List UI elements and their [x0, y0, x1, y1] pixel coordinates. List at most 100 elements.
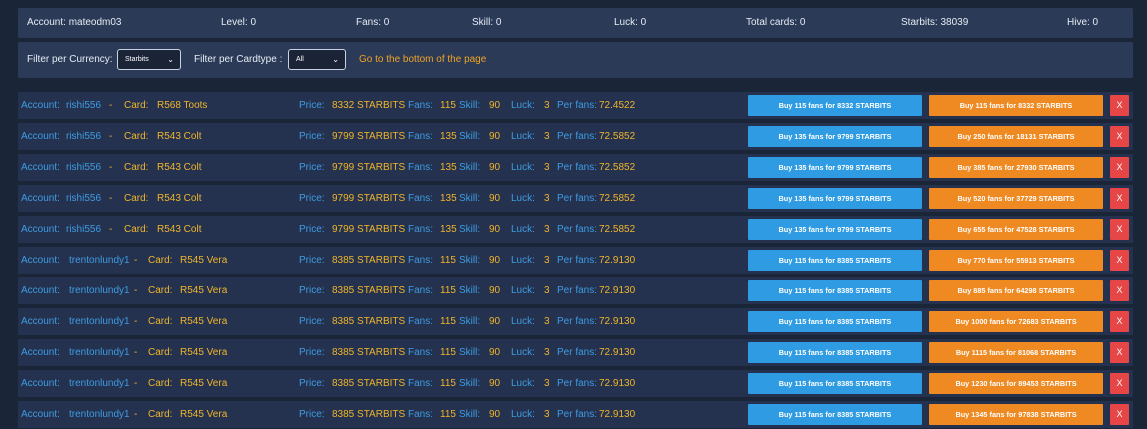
buy-single-button[interactable]: Buy 135 fans for 9799 STARBITS: [748, 187, 922, 209]
price-label: Price:: [299, 223, 325, 235]
per-fans-label: Per fans:: [557, 254, 598, 266]
skill-label: Skill:: [459, 254, 481, 266]
buy-single-button[interactable]: Buy 115 fans for 8385 STARBITS: [748, 342, 922, 364]
cardtype-filter-label: Filter per Cardtype :: [194, 54, 283, 65]
separator-dash: -: [109, 192, 113, 204]
account-name: trentonlundy1: [69, 254, 130, 266]
buy-single-button[interactable]: Buy 115 fans for 8332 STARBITS: [748, 95, 922, 116]
card-name: R543 Colt: [157, 161, 202, 173]
buy-cumulative-button[interactable]: Buy 770 fans for 55913 STARBITS: [929, 249, 1103, 271]
buy-cumulative-button[interactable]: Buy 655 fans for 47528 STARBITS: [929, 218, 1103, 240]
chevron-down-icon: ⌄: [332, 55, 339, 64]
skill-value: 90: [489, 316, 501, 328]
luck-label: Luck:: [511, 347, 535, 359]
price-label: Price:: [299, 285, 325, 297]
remove-button[interactable]: X: [1110, 187, 1129, 209]
fans-value: 135: [440, 130, 457, 142]
remove-button[interactable]: X: [1110, 342, 1129, 364]
account-label: Account:: [21, 130, 60, 142]
skill-value: 90: [489, 161, 501, 173]
price-value: 8385 STARBITS: [332, 316, 406, 328]
fans-value: 115: [440, 347, 456, 359]
fans-label: Fans:: [408, 192, 434, 204]
card-label: Card:: [124, 100, 149, 111]
luck-value: 3: [544, 316, 550, 328]
skill-label: Skill:: [459, 100, 481, 111]
fans-value: 115: [440, 316, 456, 328]
remove-button[interactable]: X: [1110, 125, 1129, 147]
buy-cumulative-button[interactable]: Buy 250 fans for 18131 STARBITS: [929, 125, 1103, 147]
remove-button[interactable]: X: [1110, 156, 1129, 178]
account-label: Account:: [21, 161, 60, 173]
skill-label: Skill:: [459, 192, 481, 204]
card-label: Card:: [124, 161, 149, 173]
luck-value: 3: [544, 409, 550, 420]
price-label: Price:: [299, 161, 325, 173]
buy-single-button[interactable]: Buy 135 fans for 9799 STARBITS: [748, 156, 922, 178]
account-name: rishi556: [66, 192, 102, 204]
buy-single-button[interactable]: Buy 115 fans for 8385 STARBITS: [748, 373, 922, 395]
price-value: 9799 STARBITS: [332, 192, 406, 204]
remove-button[interactable]: X: [1110, 218, 1129, 240]
separator-dash: -: [109, 161, 113, 173]
account-label: Account:: [21, 100, 60, 111]
listing-row: Account: trentonlundy1- Card: R545 Vera Pric…: [18, 246, 1133, 274]
go-to-bottom-link[interactable]: Go to the bottom of the page: [359, 42, 486, 78]
luck-label: Luck:: [511, 161, 535, 173]
remove-button[interactable]: X: [1110, 311, 1129, 333]
buy-single-button[interactable]: Buy 115 fans for 8385 STARBITS: [748, 280, 922, 302]
buy-single-button[interactable]: Buy 115 fans for 8385 STARBITS: [748, 404, 922, 425]
per-fans-value: 72.9130: [599, 347, 636, 359]
skill-value: 90: [489, 285, 501, 297]
separator-dash: -: [109, 223, 113, 235]
buy-single-button[interactable]: Buy 115 fans for 8385 STARBITS: [748, 249, 922, 271]
buy-cumulative-button[interactable]: Buy 1230 fans for 89453 STARBITS: [929, 373, 1103, 395]
per-fans-label: Per fans:: [557, 223, 598, 235]
fans-value: 115: [440, 100, 456, 111]
per-fans-label: Per fans:: [557, 347, 598, 359]
listing-row: Account: trentonlundy1- Card: R545 Vera Pric…: [18, 277, 1133, 305]
currency-filter-value: Starbits: [125, 56, 149, 63]
buy-cumulative-button[interactable]: Buy 115 fans for 8332 STARBITS: [929, 95, 1103, 116]
remove-button[interactable]: X: [1110, 95, 1129, 116]
remove-button[interactable]: X: [1110, 249, 1129, 271]
buy-cumulative-button[interactable]: Buy 885 fans for 64298 STARBITS: [929, 280, 1103, 302]
remove-button[interactable]: X: [1110, 404, 1129, 425]
buy-cumulative-button[interactable]: Buy 1000 fans for 72683 STARBITS: [929, 311, 1103, 333]
stat-account: Account: mateodm03: [27, 17, 122, 28]
fans-label: Fans:: [408, 285, 434, 297]
price-value: 8385 STARBITS: [332, 254, 406, 266]
buy-single-button[interactable]: Buy 135 fans for 9799 STARBITS: [748, 218, 922, 240]
card-name: R568 Toots: [157, 100, 208, 111]
card-name: R545 Vera: [180, 316, 228, 328]
buy-cumulative-button[interactable]: Buy 1345 fans for 97838 STARBITS: [929, 404, 1103, 425]
card-name: R543 Colt: [157, 130, 202, 142]
card-name: R545 Vera: [180, 254, 228, 266]
per-fans-label: Per fans:: [557, 130, 598, 142]
luck-label: Luck:: [511, 254, 535, 266]
card-label: Card:: [148, 378, 173, 390]
buy-cumulative-button[interactable]: Buy 520 fans for 37729 STARBITS: [929, 187, 1103, 209]
fans-label: Fans:: [408, 161, 434, 173]
currency-filter-select[interactable]: Starbits ⌄: [117, 49, 181, 70]
price-value: 9799 STARBITS: [332, 223, 406, 235]
card-name: R545 Vera: [180, 285, 228, 297]
remove-button[interactable]: X: [1110, 373, 1129, 395]
listing-row: Account: trentonlundy1- Card: R545 Vera Pric…: [18, 401, 1133, 428]
remove-button[interactable]: X: [1110, 280, 1129, 302]
account-label: Account:: [21, 316, 60, 328]
price-value: 8385 STARBITS: [332, 347, 406, 359]
skill-label: Skill:: [459, 378, 481, 390]
card-label: Card:: [124, 192, 149, 204]
buy-cumulative-button[interactable]: Buy 1115 fans for 81068 STARBITS: [929, 342, 1103, 364]
skill-value: 90: [489, 254, 501, 266]
per-fans-value: 72.5852: [599, 130, 636, 142]
buy-single-button[interactable]: Buy 115 fans for 8385 STARBITS: [748, 311, 922, 333]
separator-dash: -: [134, 378, 138, 390]
card-label: Card:: [148, 409, 173, 420]
cardtype-filter-select[interactable]: All ⌄: [288, 49, 346, 70]
market-page: Account: mateodm03 Level: 0 Fans: 0 Skil…: [0, 0, 1147, 429]
buy-cumulative-button[interactable]: Buy 385 fans for 27930 STARBITS: [929, 156, 1103, 178]
buy-single-button[interactable]: Buy 135 fans for 9799 STARBITS: [748, 125, 922, 147]
skill-label: Skill:: [459, 223, 481, 235]
